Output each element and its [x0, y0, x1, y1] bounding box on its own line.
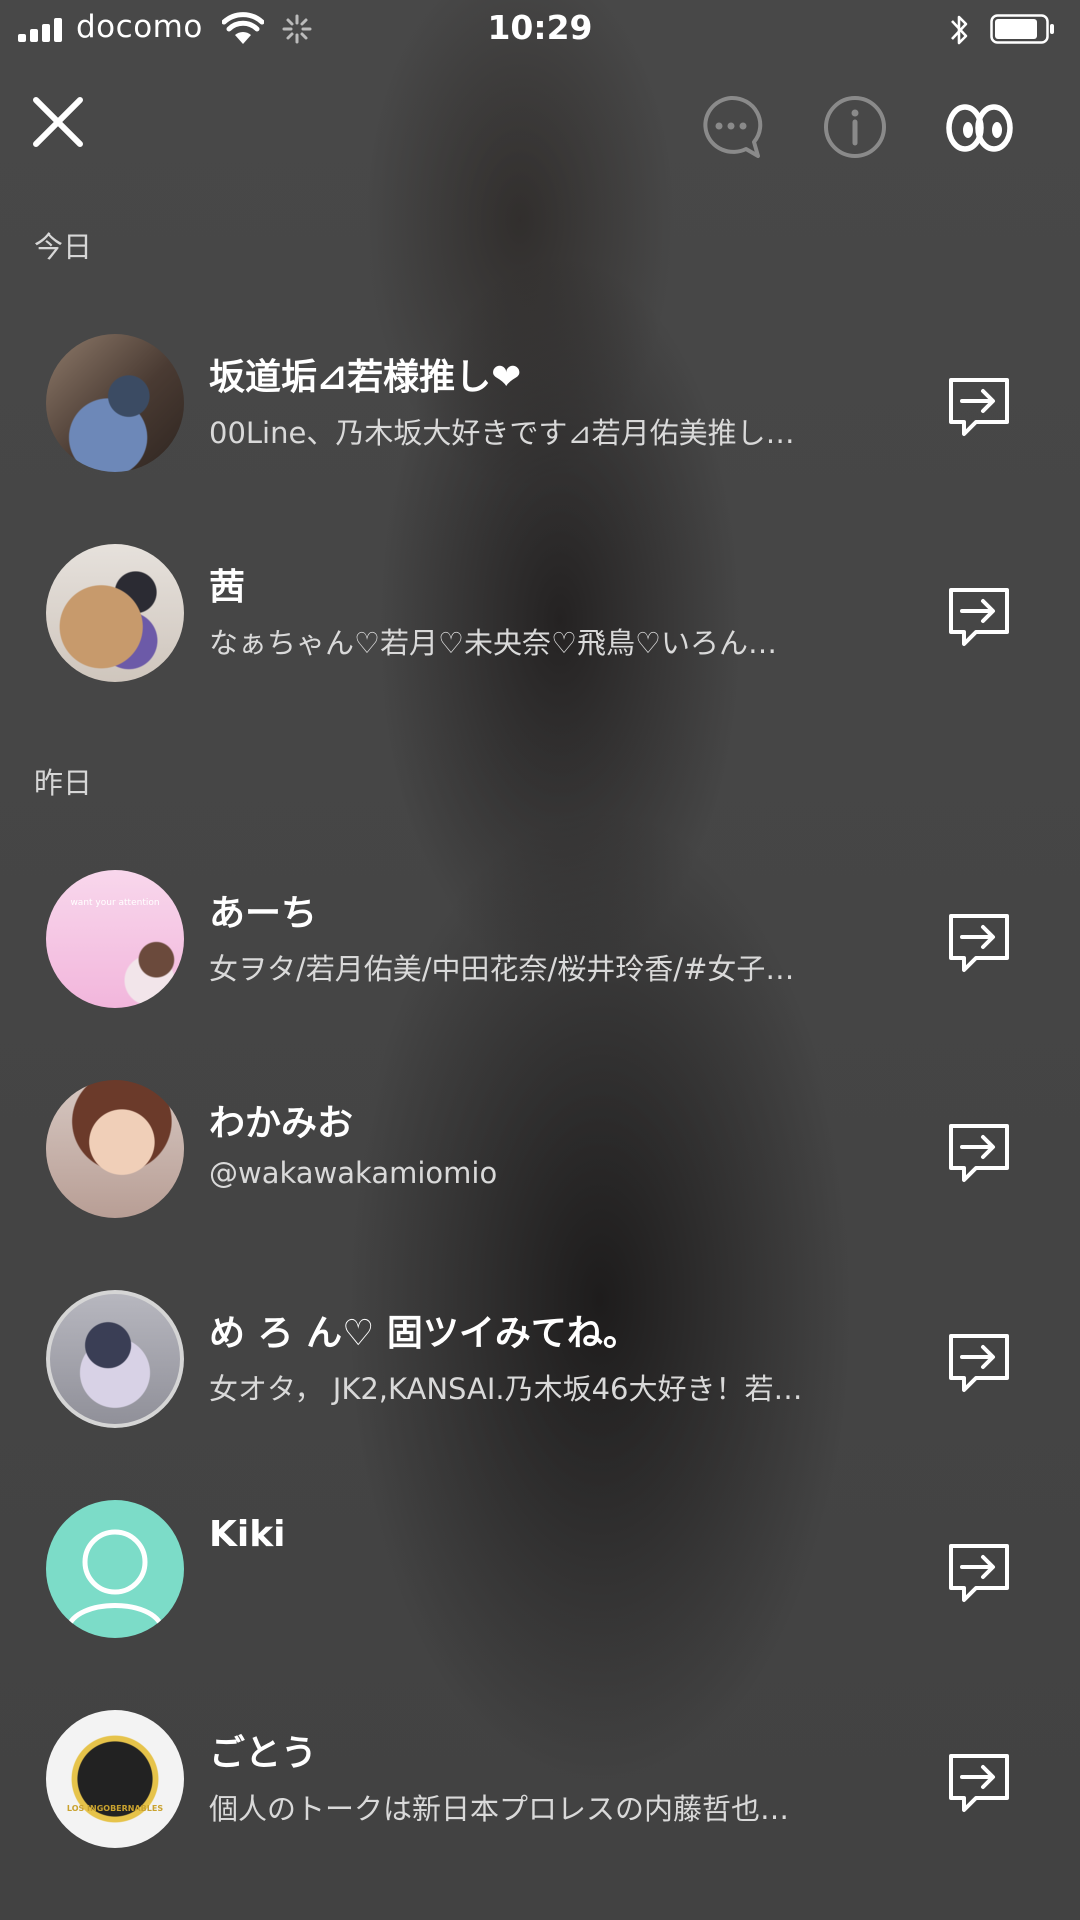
avatar: LOS INGOBERNABLES	[46, 1710, 184, 1848]
user-bio: なぁちゃん♡若月♡未央奈♡飛鳥♡いろん…	[209, 626, 777, 660]
battery-icon	[990, 14, 1054, 44]
list-item[interactable]: want your attention あーち 女ヲタ/若月佑美/中田花奈/桜井…	[0, 870, 1080, 1040]
list-item[interactable]: め ろ ん♡ 固ツイみてね。 女オタ， JK2,KANSAI.乃木坂46大好き！…	[0, 1290, 1080, 1460]
default-user-icon	[65, 1529, 165, 1630]
avatar	[46, 1080, 184, 1218]
user-name: ごとう	[209, 1733, 318, 1774]
section-label-today: 今日	[34, 230, 93, 264]
chat-button[interactable]	[696, 92, 766, 162]
list-item[interactable]: Kiki	[0, 1500, 1080, 1670]
send-message-button[interactable]	[946, 910, 1012, 976]
eyes-icon	[946, 104, 1013, 152]
user-name: め ろ ん♡ 固ツイみてね。	[209, 1313, 639, 1354]
chat-bubble-icon	[703, 95, 763, 158]
status-bar: docomo 10:29	[0, 0, 1080, 60]
user-bio: @wakawakamiomio	[209, 1156, 498, 1190]
share-icon	[949, 1124, 1009, 1182]
avatar	[46, 1500, 184, 1638]
send-message-button[interactable]	[946, 1120, 1012, 1186]
close-icon	[33, 97, 83, 147]
share-icon	[949, 1754, 1009, 1812]
list-item[interactable]: 坂道垢⊿若様推し❤ 00Line、乃木坂大好きです⊿若月佑美推し…	[0, 334, 1080, 504]
share-icon	[949, 1334, 1009, 1392]
share-icon	[949, 1544, 1009, 1602]
user-bio: 個人のトークは新日本プロレスの内藤哲也…	[209, 1792, 790, 1826]
user-bio: 女オタ， JK2,KANSAI.乃木坂46大好き！若…	[209, 1372, 803, 1406]
close-button[interactable]	[28, 92, 88, 152]
clock: 10:29	[487, 8, 593, 47]
send-message-button[interactable]	[946, 1330, 1012, 1396]
bluetooth-icon	[951, 15, 968, 45]
avatar	[46, 1290, 184, 1428]
avatar-caption: LOS INGOBERNABLES	[66, 1804, 164, 1813]
avatar	[46, 334, 184, 472]
user-name: Kiki	[209, 1514, 286, 1555]
user-name: あーち	[209, 893, 318, 934]
send-message-button[interactable]	[946, 374, 1012, 440]
share-icon	[949, 378, 1009, 436]
avatar	[46, 544, 184, 682]
send-message-button[interactable]	[946, 584, 1012, 650]
user-name: 茜	[209, 567, 246, 608]
share-icon	[949, 588, 1009, 646]
user-bio: 女ヲタ/若月佑美/中田花奈/桜井玲香/#女子…	[209, 952, 795, 986]
info-icon	[824, 96, 886, 158]
user-bio: 00Line、乃木坂大好きです⊿若月佑美推し…	[209, 416, 795, 450]
share-icon	[949, 914, 1009, 972]
list-item[interactable]: わかみお @wakawakamiomio	[0, 1080, 1080, 1250]
user-name: わかみお	[209, 1103, 354, 1144]
avatar-caption: want your attention	[70, 898, 160, 908]
section-label-yesterday: 昨日	[34, 766, 93, 800]
user-name: 坂道垢⊿若様推し❤	[209, 357, 522, 398]
send-message-button[interactable]	[946, 1750, 1012, 1816]
list-item[interactable]: 茜 なぁちゃん♡若月♡未央奈♡飛鳥♡いろん…	[0, 544, 1080, 714]
viewers-button[interactable]	[944, 92, 1014, 162]
avatar: want your attention	[46, 870, 184, 1008]
info-button[interactable]	[820, 92, 890, 162]
send-message-button[interactable]	[946, 1540, 1012, 1606]
list-item[interactable]: LOS INGOBERNABLES ごとう 個人のトークは新日本プロレスの内藤哲…	[0, 1710, 1080, 1880]
